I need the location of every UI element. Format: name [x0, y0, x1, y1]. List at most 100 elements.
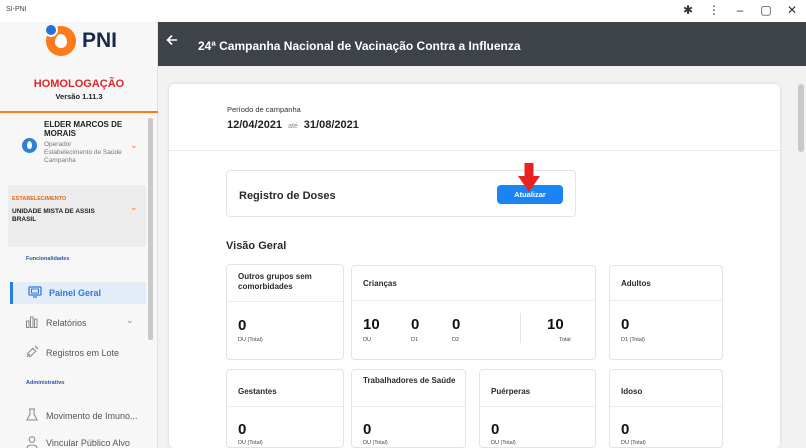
stat-label: DU: [363, 337, 371, 343]
stat-label: D1: [411, 337, 419, 343]
main-scrollbar[interactable]: [796, 66, 806, 448]
stat-title: Puérperas: [491, 387, 531, 396]
environment-label: HOMOLOGAÇÃO: [33, 78, 125, 90]
divider: [0, 111, 158, 113]
stat-title: Outros grupos sem comorbidades: [238, 272, 312, 291]
campaign-card: Período de campanha 12/04/2021 até 31/08…: [169, 84, 780, 448]
chevron-down-icon[interactable]: ⌄: [130, 140, 138, 151]
sidebar-item-painel-geral[interactable]: Painel Geral: [10, 282, 146, 304]
stat-value: 10: [363, 316, 380, 333]
stat-label: DU (Total): [238, 440, 263, 446]
extensions-icon[interactable]: ✱: [682, 3, 694, 17]
stat-label: D1 (Total): [621, 337, 645, 343]
scrollbar-thumb[interactable]: [798, 84, 804, 152]
stat-card-gestantes: Gestantes 0 DU (Total): [226, 369, 344, 448]
period-end: 31/08/2021: [303, 119, 359, 131]
user-avatar-icon: [22, 138, 37, 153]
user-link-icon: [26, 436, 38, 448]
logo-text: PNI: [82, 29, 118, 52]
divider: [352, 406, 465, 407]
sidebar-scrollbar[interactable]: [148, 118, 153, 340]
maximize-button[interactable]: ▢: [760, 3, 772, 17]
period-start: 12/04/2021: [227, 119, 283, 131]
stat-card-criancas: Crianças 10 DU 0 D1 0 D2 10 Total: [351, 265, 596, 360]
sidebar-item-label: Registros em Lote: [46, 348, 120, 358]
app-logo[interactable]: PNI: [44, 23, 118, 56]
stat-value: 10: [547, 316, 564, 333]
stat-card-outros-grupos: Outros grupos sem comorbidades 0 DU (Tot…: [226, 264, 344, 360]
stat-label: DU (Total): [621, 440, 646, 446]
monitor-icon: [28, 286, 42, 298]
doses-title: Registro de Doses: [239, 190, 336, 202]
window-app-name: SI-PNI: [6, 6, 27, 13]
period-label: Período de campanha: [227, 105, 301, 114]
sidebar-item-vincular-publico-alvo[interactable]: Vincular Público Alvo: [10, 432, 146, 448]
menu-icon[interactable]: ⋮: [708, 3, 720, 17]
syringe-icon: [26, 345, 39, 358]
stat-label: DU (Total): [238, 337, 263, 343]
stat-title: Idoso: [621, 387, 643, 396]
establishment-name: UNIDADE MISTA DE ASSIS BRASIL: [12, 208, 95, 223]
sidebar-item-movimento-de-imuno[interactable]: Movimento de Imuno...: [10, 405, 146, 427]
stat-title: Trabalhadores de Saúde: [363, 376, 456, 385]
version-label: Versão 1.11.3: [55, 92, 103, 101]
stat-card-adultos: Adultos 0 D1 (Total): [609, 265, 723, 360]
divider: [227, 406, 343, 407]
divider: [480, 406, 595, 407]
sidebar-item-relatorios[interactable]: Relatórios ⌄: [10, 312, 146, 334]
section-administrativo: Administrativo: [26, 380, 65, 386]
stat-title: Gestantes: [238, 387, 277, 396]
divider: [520, 313, 521, 343]
user-profile[interactable]: ELDER MARCOS DE MORAIS Operador Estabele…: [0, 114, 146, 180]
divider: [352, 300, 595, 301]
campaign-period: 12/04/2021 até 31/08/2021: [227, 119, 359, 131]
minimize-button[interactable]: –: [734, 3, 746, 17]
sidebar-item-registros-em-lote[interactable]: Registros em Lote: [10, 342, 146, 364]
establishment-title: ESTABELECIMENTO: [12, 196, 67, 202]
stat-label: D2: [452, 337, 460, 343]
window-titlebar: SI-PNI ✱ ⋮ – ▢ ✕: [0, 0, 806, 22]
drop-logo-icon: [44, 23, 76, 56]
user-unit-label: Estabelecimento de Saúde Campanha: [44, 149, 122, 164]
overview-title: Visão Geral: [226, 240, 287, 252]
user-name: ELDER MARCOS DE MORAIS: [44, 120, 123, 138]
sidebar: PNI HOMOLOGAÇÃO Versão 1.11.3 ELDER MARC…: [0, 22, 158, 448]
sidebar-item-label: Painel Geral: [49, 288, 102, 298]
divider: [227, 301, 343, 302]
user-role-label: Operador: [44, 141, 72, 148]
page-title: 24ª Campanha Nacional de Vacinação Contr…: [198, 39, 521, 53]
flask-icon: [26, 408, 38, 421]
chart-icon: [26, 316, 38, 328]
stat-value: 0: [621, 316, 630, 333]
stat-value: 0: [411, 316, 420, 333]
sidebar-item-label: Vincular Público Alvo: [46, 438, 130, 448]
divider: [610, 406, 722, 407]
stat-value: 0: [238, 421, 247, 438]
window-controls: ✱ ⋮ – ▢ ✕: [682, 3, 798, 17]
stat-value: 0: [363, 421, 372, 438]
chevron-down-icon[interactable]: ⌄: [130, 202, 138, 213]
back-arrow-icon[interactable]: [166, 33, 178, 47]
sidebar-item-label: Movimento de Imuno...: [46, 411, 138, 421]
close-button[interactable]: ✕: [786, 3, 798, 17]
stat-label: DU (Total): [363, 440, 388, 446]
stat-value: 0: [621, 421, 630, 438]
sidebar-item-label: Relatórios: [46, 318, 87, 328]
annotation-arrow-icon: [518, 163, 540, 192]
period-separator: até: [288, 123, 298, 130]
divider: [610, 300, 722, 301]
stat-value: 0: [491, 421, 500, 438]
user-role: Operador Estabelecimento de Saúde Campan…: [44, 141, 126, 165]
section-funcionalidades: Funcionalidades: [26, 256, 70, 262]
stat-title: Adultos: [621, 279, 651, 288]
stat-label: Total: [559, 337, 571, 343]
establishment-selector[interactable]: ESTABELECIMENTO UNIDADE MISTA DE ASSIS B…: [8, 185, 146, 247]
stat-title: Crianças: [363, 279, 397, 288]
stat-label: DU (Total): [491, 440, 516, 446]
stat-value: 0: [238, 317, 247, 334]
stat-card-puerperas: Puérperas 0 DU (Total): [479, 369, 596, 448]
page-header: 24ª Campanha Nacional de Vacinação Contr…: [158, 22, 806, 66]
chevron-down-icon[interactable]: ⌄: [126, 315, 134, 326]
stat-value: 0: [452, 316, 461, 333]
stat-card-trabalhadores-de-saude: Trabalhadores de Saúde 0 DU (Total): [351, 369, 466, 448]
